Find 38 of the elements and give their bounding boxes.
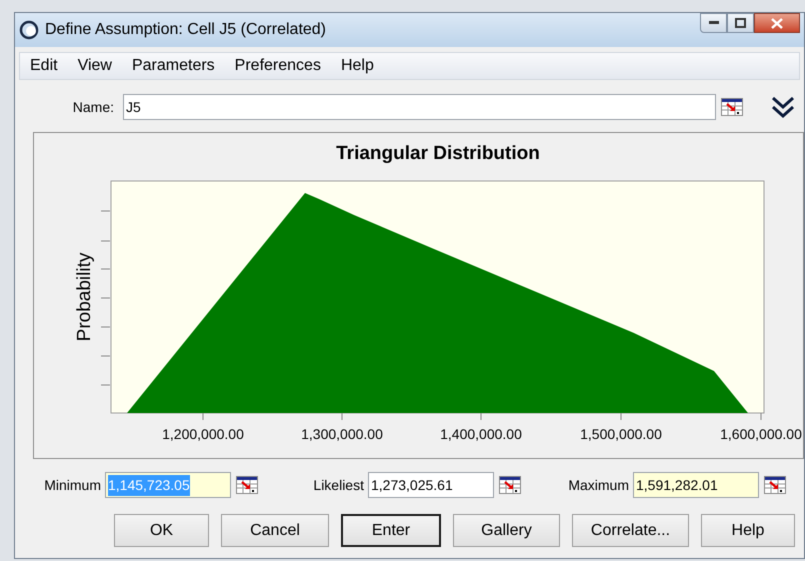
dialog-button[interactable]: Help — [701, 514, 795, 547]
x-tick-label: 1,400,000.00 — [440, 426, 522, 442]
x-tick-label: 1,500,000.00 — [580, 426, 662, 442]
maximize-button[interactable] — [727, 13, 754, 33]
dialog-button[interactable]: Enter — [341, 514, 441, 547]
minimize-button[interactable] — [700, 13, 727, 33]
close-icon — [771, 18, 783, 28]
menu-item[interactable]: Edit — [30, 54, 58, 78]
close-button[interactable] — [754, 13, 800, 33]
window-title: Define Assumption: Cell J5 (Correlated) — [45, 20, 326, 40]
parameter-label: Likeliest — [312, 476, 365, 494]
name-field[interactable]: J5 — [123, 94, 716, 120]
minimize-icon — [708, 21, 718, 25]
dialog-button[interactable]: Gallery — [453, 514, 560, 547]
menu-item[interactable]: Preferences — [234, 54, 321, 78]
cell-reference-icon — [236, 476, 258, 494]
maximize-icon — [735, 18, 746, 28]
parameter-field[interactable]: 1,273,025.61 — [368, 472, 494, 498]
chart-title: Triangular Distribution — [336, 143, 540, 164]
dialog-button[interactable]: Correlate... — [572, 514, 689, 547]
parameter-field[interactable]: 1,591,282.01 — [633, 472, 759, 498]
x-tick-label: 1,200,000.00 — [162, 426, 244, 442]
cell-reference-icon — [764, 476, 786, 494]
menu-item[interactable]: Help — [340, 54, 374, 78]
x-tick-label: 1,300,000.00 — [301, 426, 383, 442]
y-axis-label: Probability — [74, 252, 95, 342]
menu-item[interactable]: View — [78, 54, 112, 78]
menu-item[interactable]: Parameters — [132, 54, 215, 78]
double-chevron-icon — [771, 95, 795, 119]
parameter-label: Maximum — [567, 476, 630, 494]
app-icon — [19, 20, 39, 40]
cell-reference-icon — [720, 98, 742, 116]
dialog-button[interactable]: OK — [114, 514, 209, 547]
cell-reference-icon — [498, 476, 520, 494]
x-tick-label: 1,600,000.00 — [720, 426, 802, 442]
name-label: Name: — [72, 98, 115, 116]
dialog-button[interactable]: Cancel — [221, 514, 329, 547]
parameter-label: Minimum — [43, 476, 102, 494]
